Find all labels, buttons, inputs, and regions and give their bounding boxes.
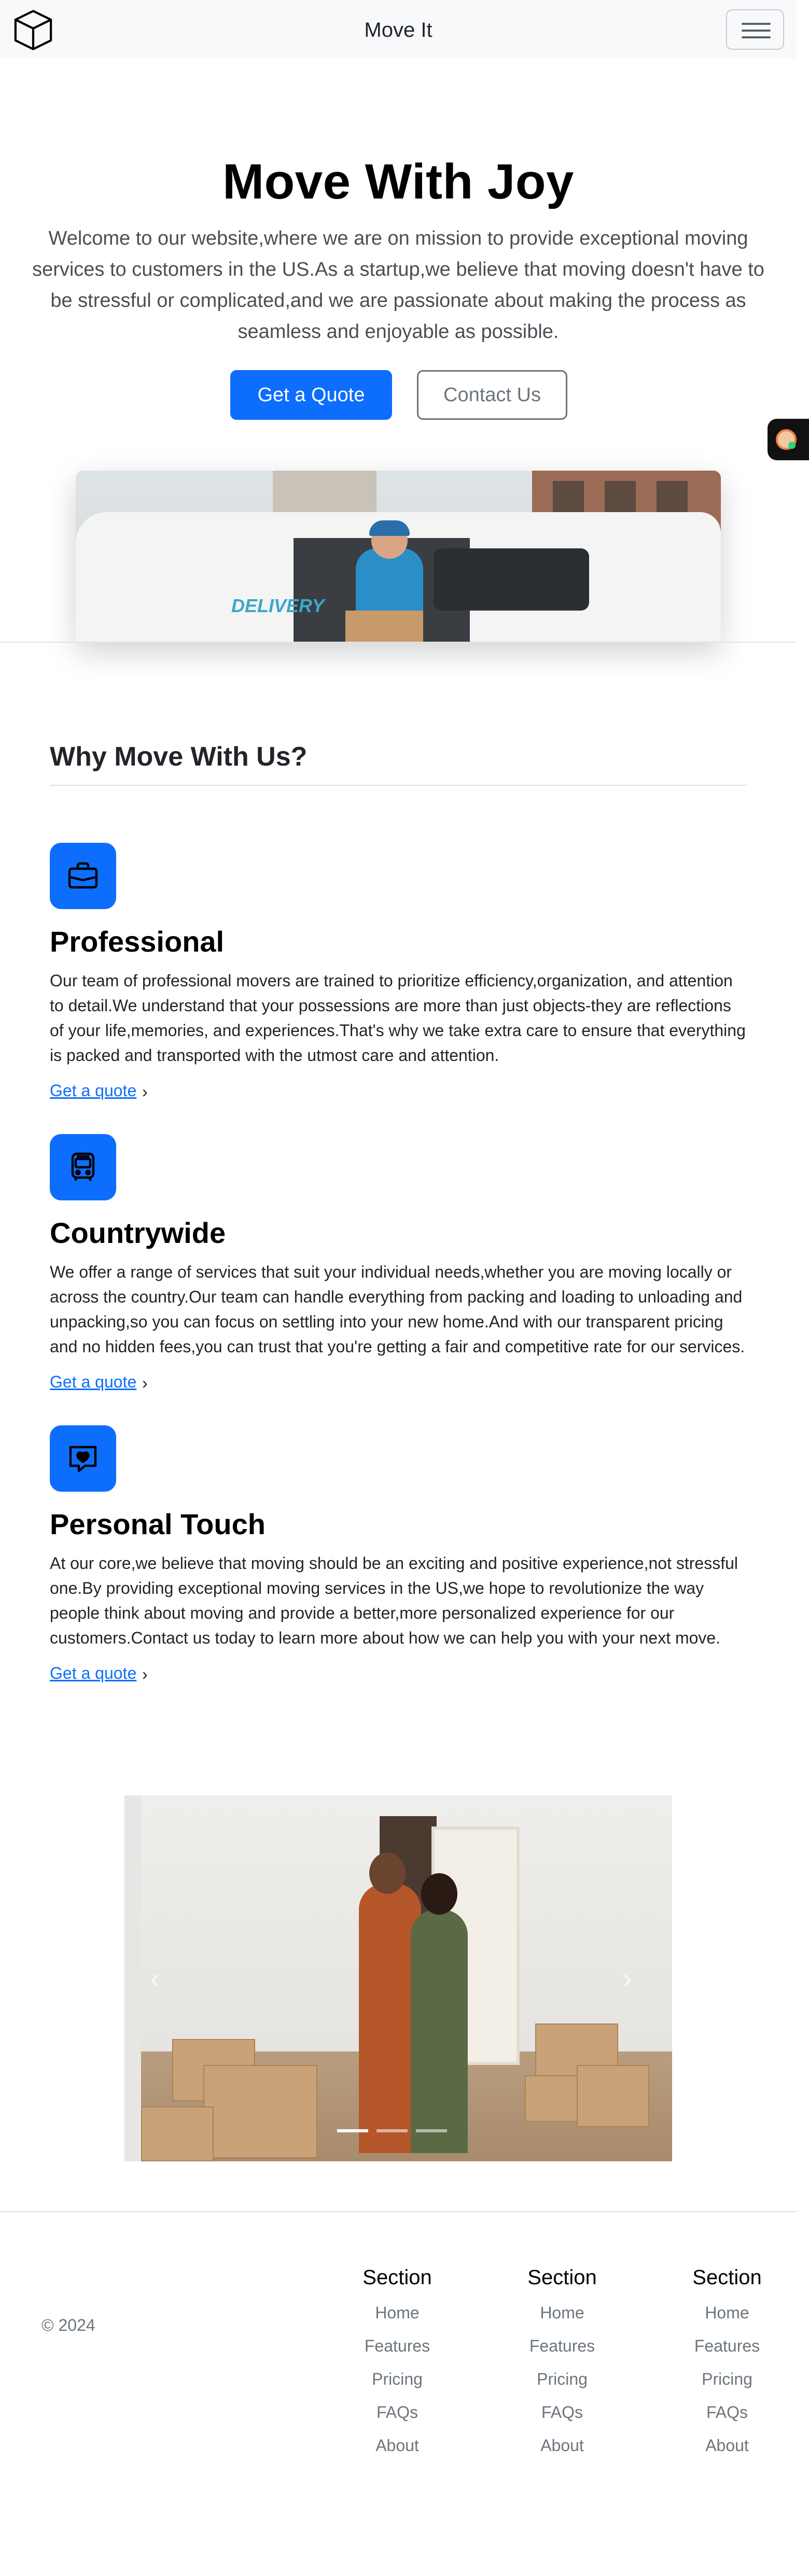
chevron-right-icon[interactable]: › [622, 1961, 632, 1995]
feature-text: We offer a range of services that suit y… [50, 1263, 745, 1356]
brand-name[interactable]: Move It [0, 19, 797, 42]
chevron-left-icon[interactable]: ‹ [150, 1961, 160, 1995]
get-a-quote-link[interactable]: Get a quote [50, 1372, 136, 1392]
hamburger-menu-icon [742, 36, 771, 38]
footer-link-home[interactable]: Home [319, 2296, 475, 2329]
features-title: Why Move With Us? [50, 742, 308, 772]
feature-text: Our team of professional movers are trai… [50, 971, 746, 1065]
footer-link-home[interactable]: Home [649, 2296, 805, 2329]
chevron-right-icon: › [142, 1665, 148, 1683]
footer-link-features[interactable]: Features [649, 2329, 805, 2362]
footer-link-faqs[interactable]: FAQs [319, 2396, 475, 2429]
footer-column-heading: Section [692, 2266, 762, 2289]
navbar-toggler-button[interactable] [726, 9, 784, 50]
chat-heart-icon [50, 1425, 116, 1492]
footer-column: Section Home Features Pricing FAQs About [484, 2266, 640, 2462]
footer-divider [0, 2211, 797, 2212]
briefcase-icon [50, 843, 116, 909]
carousel-indicator[interactable] [416, 2129, 447, 2132]
hamburger-menu-icon [742, 30, 771, 32]
carousel-indicator[interactable] [337, 2129, 368, 2132]
hamburger-menu-icon [742, 23, 771, 25]
footer-column-heading: Section [527, 2266, 597, 2289]
delivery-van-image: DELIVERY [76, 471, 721, 642]
features-divider [50, 785, 747, 786]
image-carousel[interactable]: ‹ › [124, 1795, 672, 2161]
navbar: Move It [0, 0, 797, 58]
feature-title: Professional [50, 925, 225, 958]
hero-title: Move With Joy [222, 154, 574, 209]
feature-title: Personal Touch [50, 1508, 266, 1540]
bus-icon [50, 1134, 116, 1200]
footer-link-features[interactable]: Features [484, 2329, 640, 2362]
get-a-quote-link[interactable]: Get a quote [50, 1664, 136, 1683]
get-a-quote-link[interactable]: Get a quote [50, 1081, 136, 1100]
feature-title: Countrywide [50, 1216, 226, 1249]
section-divider [0, 642, 797, 643]
chevron-right-icon: › [142, 1082, 148, 1101]
carousel-indicator[interactable] [376, 2129, 408, 2132]
footer-link-faqs[interactable]: FAQs [649, 2396, 805, 2429]
hero-lead: Welcome to our website,where we are on m… [32, 228, 764, 343]
contact-us-button[interactable]: Contact Us [417, 370, 567, 420]
footer-link-pricing[interactable]: Pricing [319, 2362, 475, 2396]
footer-column-heading: Section [362, 2266, 432, 2289]
footer-link-home[interactable]: Home [484, 2296, 640, 2329]
get-a-quote-button[interactable]: Get a Quote [230, 370, 392, 420]
couple-moving-image [141, 1795, 672, 2161]
footer-link-faqs[interactable]: FAQs [484, 2396, 640, 2429]
floating-widget-icon[interactable] [768, 419, 809, 460]
footer-column: Section Home Features Pricing FAQs About [319, 2266, 475, 2462]
online-status-icon [788, 442, 796, 449]
footer-link-about[interactable]: About [649, 2429, 805, 2462]
chevron-right-icon: › [142, 1374, 148, 1392]
footer-link-pricing[interactable]: Pricing [649, 2362, 805, 2396]
van-delivery-text: DELIVERY [231, 595, 325, 616]
footer-column: Section Home Features Pricing FAQs About [649, 2266, 805, 2462]
footer-link-about[interactable]: About [319, 2429, 475, 2462]
feature-text: At our core,we believe that moving shoul… [50, 1554, 738, 1647]
footer-link-pricing[interactable]: Pricing [484, 2362, 640, 2396]
footer-link-about[interactable]: About [484, 2429, 640, 2462]
footer-link-features[interactable]: Features [319, 2329, 475, 2362]
copyright-text: © 2024 [41, 2316, 95, 2334]
